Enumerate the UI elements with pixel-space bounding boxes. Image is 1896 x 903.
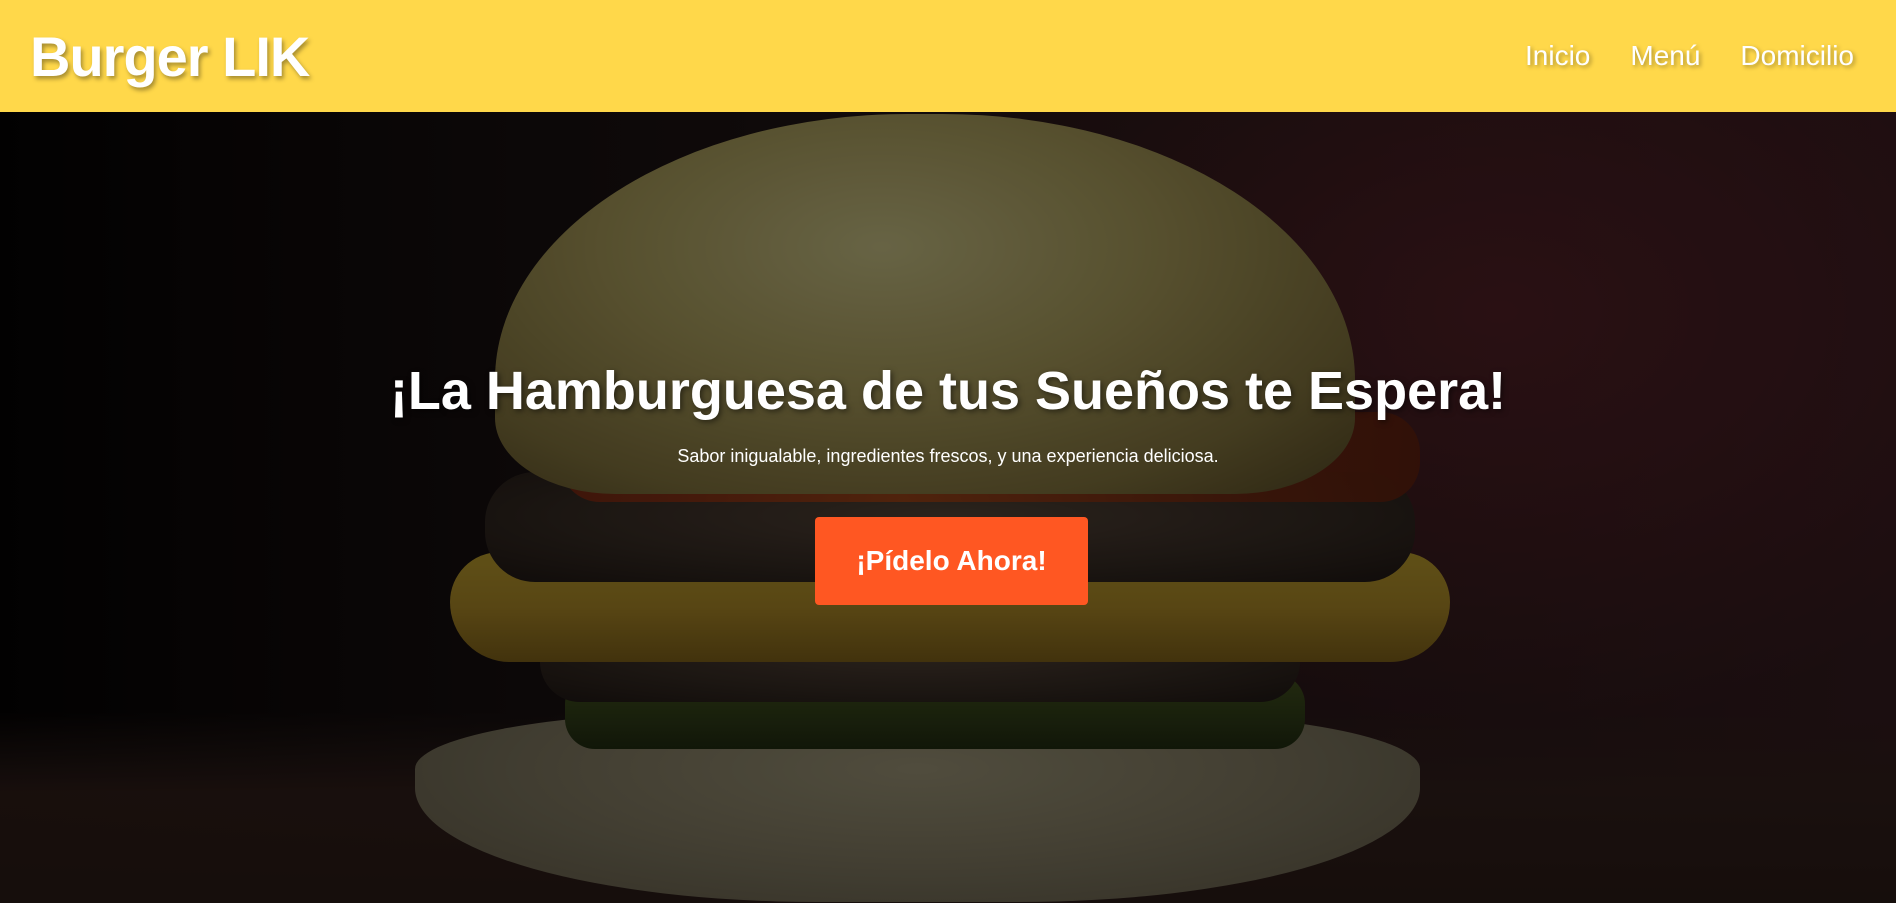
order-now-button[interactable]: ¡Pídelo Ahora! [815, 517, 1088, 605]
nav-link-inicio[interactable]: Inicio [1525, 40, 1590, 72]
hero-content: ¡La Hamburguesa de tus Sueños te Espera!… [0, 112, 1896, 903]
hero-subtitle: Sabor inigualable, ingredientes frescos,… [677, 446, 1219, 466]
hero-title: ¡La Hamburguesa de tus Sueños te Espera! [389, 361, 1507, 421]
nav-link-domicilio[interactable]: Domicilio [1740, 40, 1854, 72]
site-header: Burger LIK Inicio Menú Domicilio [0, 0, 1896, 112]
main-nav: Inicio Menú Domicilio [1525, 40, 1854, 72]
nav-link-menu[interactable]: Menú [1630, 40, 1700, 72]
site-logo[interactable]: Burger LIK [30, 24, 310, 89]
hero-section: ¡La Hamburguesa de tus Sueños te Espera!… [0, 112, 1896, 903]
